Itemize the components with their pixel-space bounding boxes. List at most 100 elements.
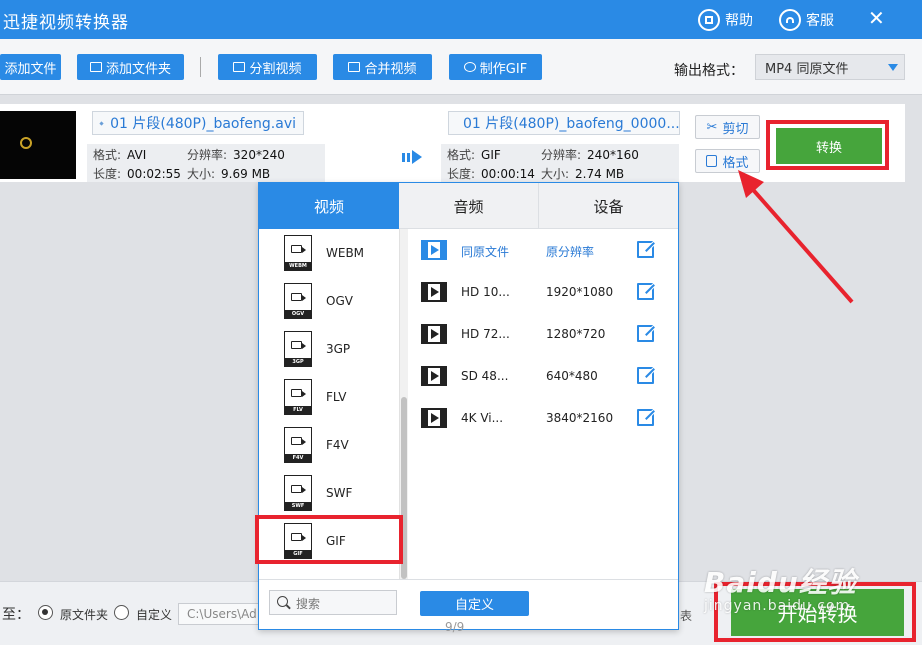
output-format-select[interactable]: MP4 同原文件 [755, 54, 905, 80]
convert-button[interactable]: 转换 [776, 128, 882, 164]
source-meta: 格式: AVI 分辨率: 320*240 长度: 00:02:55 大小: 9.69 M… [87, 144, 325, 182]
format-item-ogv[interactable]: OGV OGV [259, 277, 399, 325]
preset-row[interactable]: 同原文件 原分辨率 [408, 229, 678, 271]
preset-resolution: 原分辨率 [546, 245, 595, 259]
make-gif-button[interactable]: 制作GIF [449, 54, 542, 80]
file-icon-tag: FLV [284, 406, 312, 415]
tab-video[interactable]: 视频 [259, 183, 399, 229]
service-button[interactable]: 客服 [779, 9, 834, 31]
edit-icon[interactable] [637, 283, 654, 300]
close-icon[interactable]: ✕ [868, 6, 885, 30]
source-resolution: 320*240 [233, 148, 285, 162]
link-icon [463, 62, 476, 72]
page-indicator: 9/9 [445, 620, 465, 634]
add-folder-button[interactable]: 添加文件夹 [77, 54, 184, 80]
meta-key: 格式: [447, 148, 476, 162]
file-icon-tag: OGV [284, 310, 312, 319]
split-video-label: 分割视频 [249, 61, 302, 77]
meta-key: 大小: [541, 167, 570, 181]
format-search-input[interactable]: 搜索 [269, 590, 397, 615]
format-item-3gp[interactable]: 3GP 3GP [259, 325, 399, 373]
gif-highlight [255, 515, 403, 564]
popup-footer: 搜索 自定义 9/9 [259, 579, 678, 634]
folder-icon [89, 62, 102, 72]
add-folder-label: 添加文件夹 [105, 61, 171, 77]
source-filename[interactable]: 01 片段(480P)_baofeng.avi [92, 111, 304, 135]
format-label: 格式 [722, 155, 749, 171]
grid-icon [698, 9, 720, 31]
scissors-icon: ✂ [706, 119, 718, 135]
convert-label: 转换 [815, 140, 842, 156]
pencil-icon [99, 120, 104, 126]
file-icon-tag: WEBM [284, 262, 312, 271]
format-item-webm[interactable]: WEBM WEBM [259, 229, 399, 277]
preset-resolution: 640*480 [546, 369, 598, 383]
custom-label: 自定义 [454, 598, 494, 613]
output-to-label: 至： [2, 607, 30, 623]
pencil-icon [454, 122, 458, 124]
target-duration: 00:00:14 [481, 167, 535, 181]
output-path-field[interactable]: C:\Users\Ad [178, 603, 260, 625]
meta-key: 大小: [187, 167, 216, 181]
edit-icon[interactable] [637, 367, 654, 384]
preset-name: HD 10... [461, 285, 510, 299]
preset-resolution: 1920*1080 [546, 285, 614, 299]
custom-button[interactable]: 自定义 [420, 591, 529, 616]
edit-icon[interactable] [637, 325, 654, 342]
output-format-value: MP4 同原文件 [765, 61, 849, 77]
source-duration: 00:02:55 [127, 167, 181, 181]
preset-row[interactable]: 4K Vi... 3840*2160 [408, 397, 678, 439]
edit-icon[interactable] [637, 409, 654, 426]
target-format: GIF [481, 148, 501, 162]
file-icon-tag: F4V [284, 454, 312, 463]
source-filename-text: 01 片段(480P)_baofeng.avi [110, 116, 296, 132]
format-name: SWF [326, 486, 353, 500]
video-thumbnail [0, 111, 76, 179]
cut-button[interactable]: ✂ 剪切 [695, 115, 760, 139]
target-meta: 格式: GIF 分辨率: 240*160 长度: 00:00:14 大小: 2.74 M… [441, 144, 679, 182]
convert-arrow-icon [402, 150, 422, 164]
video-file-icon: OGV [284, 283, 312, 319]
merge-icon [348, 62, 361, 72]
output-format-label: 输出格式： [674, 63, 744, 79]
merge-video-label: 合并视频 [364, 61, 417, 77]
target-filename-text: 01 片段(480P)_baofeng_0000... [463, 116, 680, 132]
target-filename[interactable]: 01 片段(480P)_baofeng_0000... [448, 111, 680, 135]
format-file-icon [706, 155, 718, 167]
video-logo-icon [20, 137, 32, 149]
tab-audio[interactable]: 音频 [399, 183, 539, 229]
custom-folder-radio[interactable] [114, 605, 129, 620]
format-item-swf[interactable]: SWF SWF [259, 469, 399, 517]
baidu-watermark: Baidu经验 jingyan.baidu.com [704, 561, 857, 614]
help-button[interactable]: 帮助 [698, 9, 753, 31]
edit-icon[interactable] [637, 241, 654, 258]
format-item-f4v[interactable]: F4V F4V [259, 421, 399, 469]
film-icon [421, 240, 447, 260]
original-folder-radio[interactable] [38, 605, 53, 620]
add-file-button[interactable]: 添加文件 [0, 54, 61, 80]
format-item-flv[interactable]: FLV FLV [259, 373, 399, 421]
preset-row[interactable]: SD 48... 640*480 [408, 355, 678, 397]
format-name: FLV [326, 390, 347, 404]
split-video-button[interactable]: 分割视频 [218, 54, 317, 80]
toolbar-divider [200, 57, 201, 77]
original-folder-label: 原文件夹 [60, 608, 109, 622]
target-resolution: 240*160 [587, 148, 639, 162]
preset-resolution: 3840*2160 [546, 411, 614, 425]
preset-row[interactable]: HD 72... 1280*720 [408, 313, 678, 355]
merge-video-button[interactable]: 合并视频 [333, 54, 432, 80]
meta-key: 分辨率: [187, 148, 228, 162]
crop-icon [233, 62, 246, 72]
title-bar: 迅捷视频转换器 帮助 客服 ✕ [0, 0, 922, 39]
service-label: 客服 [806, 13, 834, 29]
format-button[interactable]: 格式 [695, 149, 760, 173]
preset-row[interactable]: HD 10... 1920*1080 [408, 271, 678, 313]
video-file-icon: SWF [284, 475, 312, 511]
tab-device[interactable]: 设备 [539, 183, 678, 229]
meta-key: 长度: [93, 167, 122, 181]
format-name: 3GP [326, 342, 351, 356]
preset-list: 同原文件 原分辨率 HD 10... 1920*1080 HD 72... 12… [408, 229, 678, 579]
format-name: WEBM [326, 246, 365, 260]
meta-key: 格式: [93, 148, 122, 162]
format-name: OGV [326, 294, 353, 308]
